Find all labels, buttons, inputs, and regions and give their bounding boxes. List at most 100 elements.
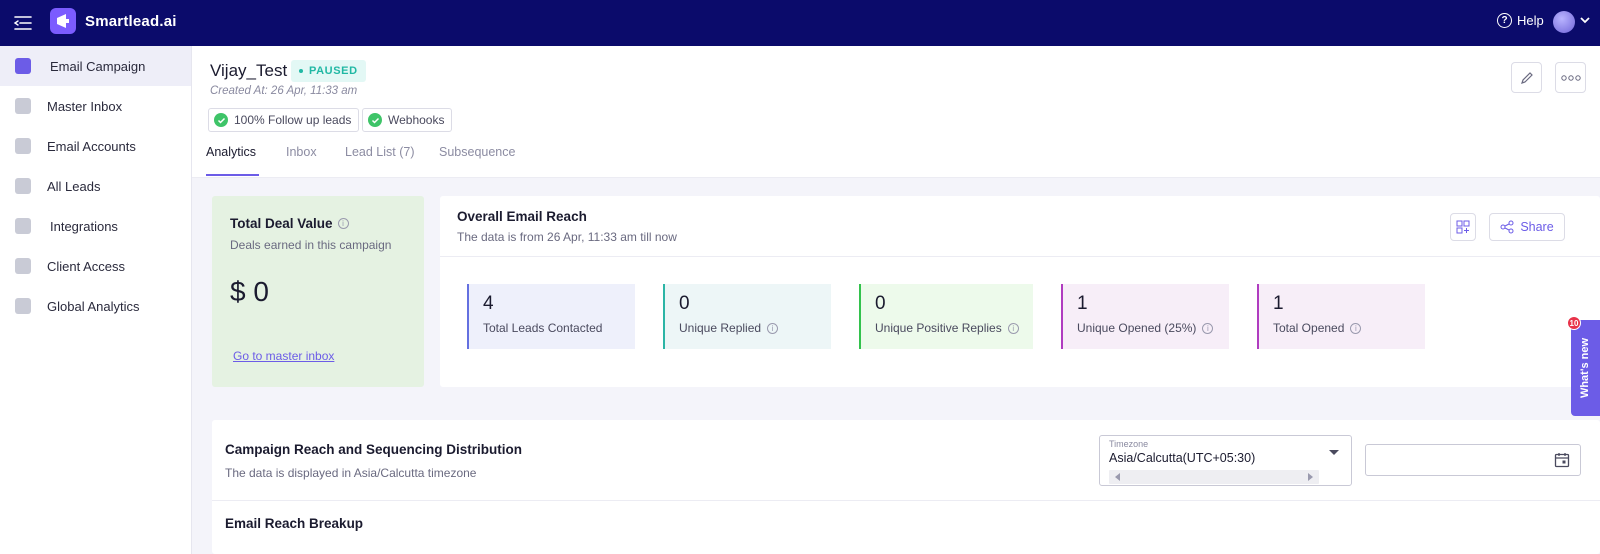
distribution-title: Campaign Reach and Sequencing Distributi… (225, 442, 523, 457)
campaign-reach-distribution-card: Campaign Reach and Sequencing Distributi… (212, 420, 1600, 554)
leads-icon (14, 177, 32, 195)
reach-subtitle: The data is from 26 Apr, 11:33 am till n… (457, 230, 677, 244)
user-avatar[interactable] (1553, 11, 1575, 33)
deal-title: Total Deal Value i (230, 216, 349, 231)
stat-total-opened: 1 Total Opened i (1257, 284, 1425, 349)
check-circle-icon (214, 113, 228, 127)
stat-value: 0 (679, 293, 690, 314)
stat-value: 1 (1273, 293, 1284, 314)
grid-icon (1456, 220, 1470, 234)
tab-subsequence[interactable]: Subsequence (439, 145, 515, 159)
info-icon[interactable]: i (1007, 322, 1019, 334)
sidebar-item-label: Global Analytics (47, 298, 140, 314)
stat-total-leads-contacted: 4 Total Leads Contacted (467, 284, 635, 349)
chevron-down-icon[interactable] (1579, 14, 1591, 26)
total-deal-value-card: Total Deal Value i Deals earned in this … (212, 196, 424, 387)
bar-chart-icon (14, 297, 32, 315)
chip-label: Webhooks (388, 113, 445, 127)
top-bar: Smartlead.ai ? Help (0, 0, 1600, 46)
sidebar-item-client-access[interactable]: Client Access (0, 246, 191, 286)
timezone-select[interactable]: Timezone Asia/Calcutta(UTC+05:30) (1099, 435, 1352, 486)
sidebar-item-all-leads[interactable]: All Leads (0, 166, 191, 206)
go-to-master-inbox-link[interactable]: Go to master inbox (233, 349, 334, 363)
stat-label: Unique Positive Replies i (875, 321, 1019, 335)
stat-value: 1 (1077, 293, 1088, 314)
share-label: Share (1520, 220, 1554, 234)
more-horizontal-icon (1560, 74, 1581, 81)
chip-label: 100% Follow up leads (234, 113, 352, 127)
reach-title: Overall Email Reach (457, 209, 587, 224)
stat-label: Total Leads Contacted (483, 321, 603, 335)
status-label: PAUSED (309, 65, 358, 77)
active-tab-indicator (206, 174, 259, 176)
overall-email-reach-card: Overall Email Reach The data is from 26 … (440, 196, 1600, 387)
sidebar-item-master-inbox[interactable]: Master Inbox (0, 86, 191, 126)
divider (212, 500, 1600, 501)
stat-label: Unique Opened (25%) i (1077, 321, 1214, 335)
more-options-button[interactable] (1555, 62, 1586, 93)
whats-new-tab[interactable]: What's new (1571, 320, 1600, 416)
timezone-value: Asia/Calcutta(UTC+05:30) (1109, 451, 1256, 465)
stat-value: 0 (875, 293, 886, 314)
help-label: Help (1517, 13, 1544, 28)
help-button[interactable]: ? Help (1497, 13, 1544, 28)
calendar-icon[interactable] (1554, 452, 1570, 468)
sidebar-item-email-campaign[interactable]: Email Campaign (0, 46, 191, 86)
sidebar-item-global-analytics[interactable]: Global Analytics (0, 286, 191, 326)
stat-unique-opened: 1 Unique Opened (25%) i (1061, 284, 1229, 349)
menu-collapse-icon[interactable] (12, 12, 34, 34)
stat-label: Unique Replied i (679, 321, 779, 335)
sidebar: Email Campaign Master Inbox Email Accoun… (0, 46, 192, 554)
edit-button[interactable] (1511, 62, 1542, 93)
sidebar-item-label: All Leads (47, 178, 101, 194)
sidebar-item-integrations[interactable]: Integrations (0, 206, 191, 246)
tab-lead-list[interactable]: Lead List (7) (345, 145, 414, 159)
sidebar-item-label: Integrations (50, 218, 118, 234)
sidebar-item-label: Master Inbox (47, 98, 123, 114)
horizontal-scrollbar[interactable] (1109, 470, 1319, 484)
campaign-title: Vijay_Test (210, 61, 288, 80)
info-icon[interactable]: i (767, 322, 779, 334)
inbox-icon (14, 97, 32, 115)
info-icon[interactable]: i (1350, 322, 1362, 334)
smartlead-logo-icon[interactable] (50, 8, 76, 34)
tab-analytics[interactable]: Analytics (206, 145, 256, 159)
caret-down-icon[interactable] (1329, 450, 1339, 455)
info-icon[interactable]: i (1202, 322, 1214, 334)
scroll-right-icon[interactable] (1308, 473, 1313, 481)
follow-up-chip: 100% Follow up leads (208, 108, 360, 132)
sidebar-item-label: Email Accounts (47, 138, 136, 154)
notification-badge: 10 (1567, 316, 1581, 330)
date-range-input[interactable] (1365, 444, 1581, 476)
scroll-left-icon[interactable] (1115, 473, 1120, 481)
layout-button[interactable] (1450, 213, 1476, 241)
share-icon (1500, 220, 1514, 234)
email-reach-breakup-title: Email Reach Breakup (225, 516, 364, 531)
distribution-subtitle: The data is displayed in Asia/Calcutta t… (225, 466, 477, 480)
deal-title-text: Total Deal Value (230, 216, 333, 231)
sidebar-item-label: Client Access (47, 258, 126, 274)
bolt-icon (14, 257, 32, 275)
status-badge: PAUSED (291, 60, 366, 82)
tab-inbox[interactable]: Inbox (286, 145, 317, 159)
brand-name[interactable]: Smartlead.ai (85, 13, 177, 30)
created-at: Created At: 26 Apr, 11:33 am (210, 85, 358, 97)
share-button[interactable]: Share (1489, 213, 1565, 241)
divider (440, 256, 1600, 257)
campaign-header: Vijay_Test PAUSED Created At: 26 Apr, 11… (192, 46, 1600, 178)
status-dot-icon (299, 69, 303, 73)
puzzle-icon (14, 217, 32, 235)
mail-icon (14, 137, 32, 155)
deal-subtitle: Deals earned in this campaign (230, 238, 392, 252)
deal-value: $ 0 (230, 276, 269, 307)
pencil-icon (1520, 71, 1533, 84)
stat-unique-positive-replies: 0 Unique Positive Replies i (859, 284, 1033, 349)
megaphone-icon (14, 57, 32, 75)
whats-new-label: What's new (1579, 337, 1592, 399)
timezone-label: Timezone (1109, 439, 1149, 449)
info-icon[interactable]: i (337, 218, 349, 229)
stat-label: Total Opened i (1273, 321, 1362, 335)
sidebar-item-label: Email Campaign (50, 58, 146, 74)
sidebar-item-email-accounts[interactable]: Email Accounts (0, 126, 191, 166)
help-icon: ? (1497, 13, 1512, 28)
